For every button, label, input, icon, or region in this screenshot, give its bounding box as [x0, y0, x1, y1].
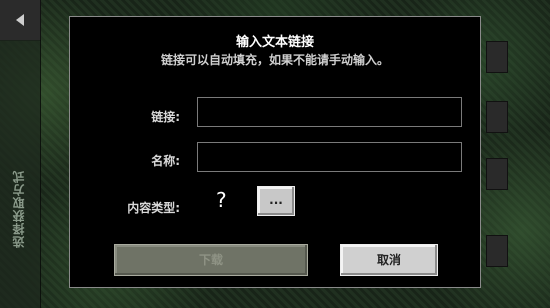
right-side-tab-2[interactable] [486, 101, 508, 133]
right-side-tab-3[interactable] [486, 158, 508, 190]
right-side-tab-1[interactable] [486, 41, 508, 73]
text-link-dialog: 输入文本链接 链接可以自动填充，如果不能请手动输入。 链接: 名称: 内容类型:… [69, 16, 481, 288]
content-type-label: 内容类型: [127, 201, 180, 215]
download-button[interactable]: 下载 [114, 244, 308, 276]
right-side-tab-4[interactable] [486, 235, 508, 267]
back-button[interactable] [0, 0, 41, 41]
name-input[interactable] [197, 142, 462, 172]
dialog-subtitle: 链接可以自动填充，如果不能请手动输入。 [160, 53, 389, 67]
selection-method-label[interactable]: 选择获取方式 [10, 170, 27, 248]
chevron-left-icon [16, 14, 24, 26]
cancel-button[interactable]: 取消 [340, 244, 438, 276]
link-label: 链接: [151, 110, 180, 124]
link-input[interactable] [197, 97, 462, 127]
content-type-value: ? [216, 188, 227, 212]
name-label: 名称: [151, 154, 180, 168]
dialog-title: 输入文本链接 [235, 35, 314, 50]
left-panel: 选择获取方式 [0, 40, 41, 308]
content-type-more-button[interactable]: ... [257, 186, 295, 216]
